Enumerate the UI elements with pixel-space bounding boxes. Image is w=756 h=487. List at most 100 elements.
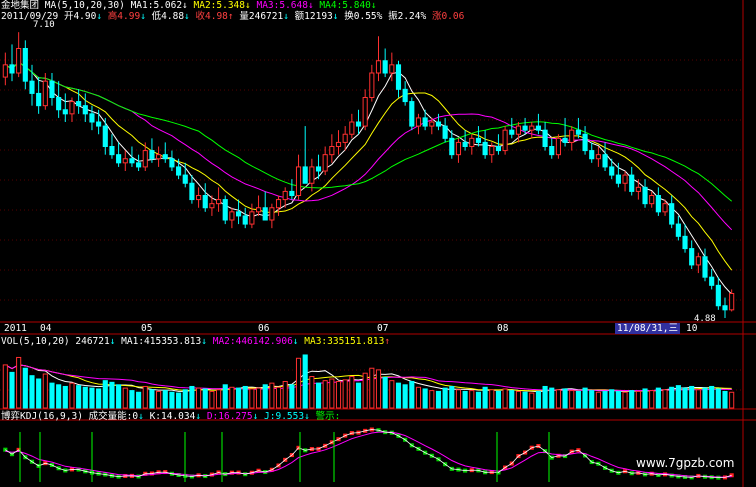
volume-bar [689, 385, 695, 409]
candle-body [409, 101, 415, 127]
candle-body [669, 203, 675, 225]
candle-body [42, 80, 48, 107]
volume-bar [89, 387, 95, 409]
kdj-k-line [5, 429, 732, 479]
volume-bar [262, 384, 268, 409]
candle-body [582, 133, 588, 152]
candle-body [89, 113, 95, 123]
volume-bar [609, 389, 615, 409]
watermark: www.7gpzb.com [636, 456, 735, 470]
volume-bar [629, 390, 635, 409]
candle-body [549, 146, 555, 156]
volume-bar [389, 380, 395, 409]
volume-bar [669, 386, 675, 409]
candle-body [309, 166, 315, 184]
k-value: K:14.034 [149, 411, 196, 422]
candle-body [196, 195, 202, 201]
volume-bar [69, 382, 75, 409]
alert-label: 警示: [315, 411, 341, 422]
candle-body [275, 199, 282, 209]
candle-body [369, 72, 375, 98]
volume-bar [196, 387, 202, 409]
candle-body [569, 129, 575, 143]
ma20-line [5, 61, 733, 231]
vol-ma3: MA3:335151.813 [304, 336, 385, 347]
axis-year: 2011 [4, 323, 27, 334]
candle-body [16, 48, 22, 74]
candle-body [515, 125, 521, 135]
volume-bar [515, 390, 521, 409]
volume-bar [49, 382, 55, 409]
ma10-line [5, 61, 733, 271]
volume-bar [602, 390, 608, 409]
volume-bar [62, 385, 68, 409]
volume-bar [595, 391, 601, 409]
candle-body [455, 141, 462, 156]
candle-body [182, 174, 188, 184]
volume-bar [429, 390, 435, 409]
candle-body [709, 276, 715, 286]
candle-body [542, 129, 548, 148]
energy-value: 成交量能:0 [88, 411, 139, 422]
volume-bar [695, 389, 701, 409]
candle-body [169, 158, 175, 168]
candle-body [56, 97, 62, 111]
volume-bar [562, 388, 568, 409]
volume-bar [116, 384, 122, 409]
candle-body [9, 64, 15, 74]
volume-bar [715, 388, 721, 409]
candle-body [555, 137, 561, 156]
volume-bar [136, 391, 142, 409]
volume-bar [535, 390, 541, 409]
candle-body [429, 121, 435, 127]
volume-bar [255, 387, 262, 409]
stock-chart-window: { "stock": {"name": "金地集团"}, "price_pane… [0, 0, 756, 487]
volume-bar [209, 390, 215, 409]
candle-body [689, 248, 695, 266]
candle-body [202, 195, 208, 209]
candle-body [136, 162, 142, 168]
volume-bar [302, 354, 308, 409]
candle-body [602, 154, 608, 168]
volume-bar [482, 386, 488, 409]
candle-body [129, 158, 135, 164]
volume-bar [342, 379, 348, 409]
candle-body [482, 141, 488, 156]
volume-bar [156, 390, 162, 409]
candle-body [262, 207, 268, 221]
volume-bar [555, 389, 561, 409]
volume-current: 246721 [75, 336, 110, 347]
candle-body [382, 60, 388, 74]
candle-body [655, 195, 661, 213]
volume-bar [449, 385, 455, 409]
volume-bar [289, 384, 295, 409]
candle-body [209, 203, 215, 209]
cursor-date-box: 11/08/31,三 [615, 323, 680, 334]
candle-body [635, 186, 641, 192]
candle-body [495, 146, 502, 152]
candle-body [142, 150, 148, 168]
candle-body [176, 166, 182, 176]
d-value: D:16.275 [206, 411, 253, 422]
volume-bar [202, 388, 208, 409]
volume-bar [529, 392, 535, 409]
candle-body [269, 207, 275, 221]
volume-bar [102, 380, 108, 409]
volume-bar [422, 388, 428, 409]
candle-body [729, 293, 735, 311]
volume-bar [322, 380, 328, 409]
volume-bar [495, 390, 502, 409]
candle-body [36, 92, 42, 107]
candle-body [2, 64, 8, 78]
candle-body [682, 235, 688, 250]
volume-bar [82, 386, 88, 409]
axis-month-04: 04 [40, 323, 52, 334]
candle-body [76, 101, 82, 107]
candle-body [535, 125, 541, 131]
volume-bar [275, 386, 282, 409]
candle-body [589, 150, 595, 160]
volume-bar [329, 378, 335, 409]
candle-body [622, 174, 628, 184]
candle-body [116, 154, 122, 164]
volume-bar [655, 387, 661, 409]
